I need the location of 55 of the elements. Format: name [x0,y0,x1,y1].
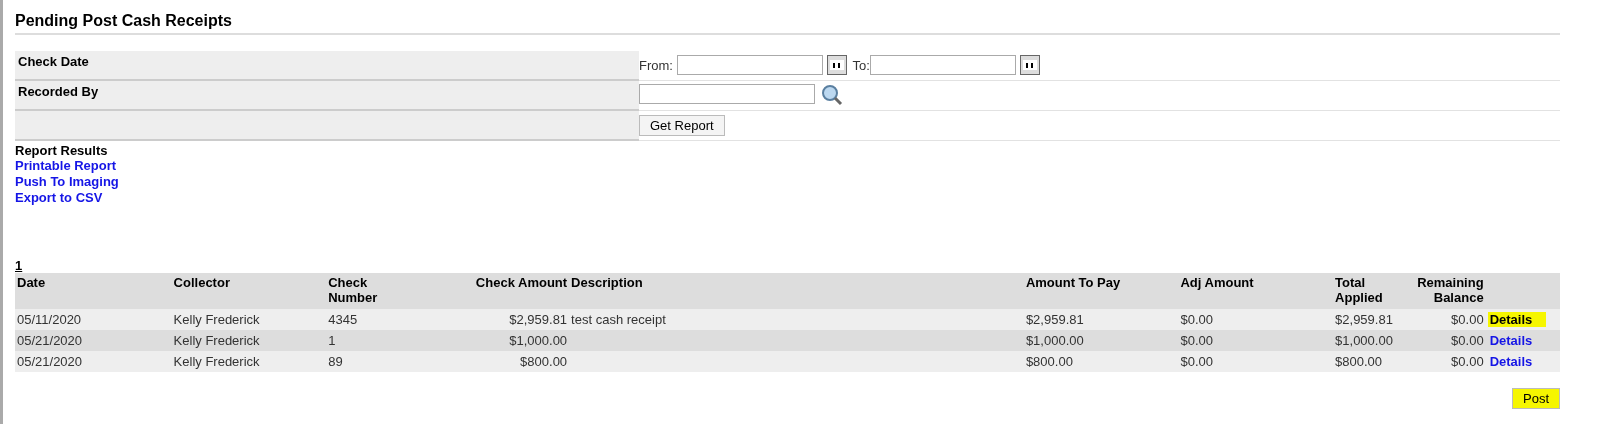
table-cell: 05/11/2020 [15,309,172,330]
details-link[interactable]: Details [1487,312,1547,327]
from-label: From: [639,57,673,73]
get-report-button[interactable]: Get Report [639,114,725,136]
column-header: Description [569,273,1024,309]
table-cell: $0.00 [1178,309,1334,330]
details-link[interactable]: Details [1487,354,1533,369]
table-cell: 05/21/2020 [15,330,172,351]
report-results-heading: Report Results [15,143,109,158]
filter-label: Recorded By [15,80,639,110]
table-cell: Kelly Frederick [171,330,327,351]
to-date-field[interactable] [869,55,1016,76]
column-header: Remaining Balance [1393,273,1486,309]
column-header: Total Applied [1333,273,1394,309]
recorded-by-field[interactable] [639,84,815,104]
table-cell: $800.00 [1333,351,1394,372]
report-link[interactable]: Export to CSV [15,190,1560,206]
column-header: Collector [171,273,327,309]
column-header: Adj Amount [1178,273,1334,309]
post-button[interactable]: Post [1512,388,1560,409]
table-cell: $0.00 [1393,309,1486,330]
table-cell: 05/21/2020 [15,351,172,372]
table-cell: $0.00 [1178,330,1334,351]
table-cell: $2,959.81 [1023,309,1179,330]
report-link[interactable]: Push To Imaging [15,174,1560,190]
from-date-field[interactable] [676,55,823,76]
table-cell: Kelly Frederick [171,309,327,330]
page-title: Pending Post Cash Receipts [15,12,1560,35]
column-header: Amount To Pay [1023,273,1179,309]
table-cell: $0.00 [1178,351,1334,372]
table-cell: $1,000.00 [1023,330,1179,351]
search-icon[interactable] [821,84,843,106]
table-cell: $0.00 [1393,330,1486,351]
table-cell: $2,959.81 [426,309,570,330]
table-cell: 4345 [326,309,427,330]
table-cell: $1,000.00 [426,330,570,351]
table-cell: $2,959.81 [1333,309,1394,330]
report-link[interactable]: Printable Report [15,158,1560,174]
details-link[interactable]: Details [1487,333,1533,348]
column-header: Check Number [326,273,427,309]
to-label: To: [852,57,870,73]
calendar-icon[interactable] [1019,55,1040,76]
table-cell: Kelly Frederick [171,351,327,372]
table-cell: test cash receipt [569,309,1024,330]
table-cell: $0.00 [1393,351,1486,372]
column-header: Date [15,273,172,309]
table-cell: 89 [326,351,427,372]
table-cell: 1 [326,330,427,351]
filter-label: Check Date [15,51,639,80]
table-cell: $800.00 [426,351,570,372]
table-cell: $1,000.00 [1333,330,1394,351]
calendar-icon[interactable] [826,55,847,76]
table-cell: $800.00 [1023,351,1179,372]
column-header: Check Amount [426,273,570,309]
page-link[interactable]: 1 [15,258,23,273]
